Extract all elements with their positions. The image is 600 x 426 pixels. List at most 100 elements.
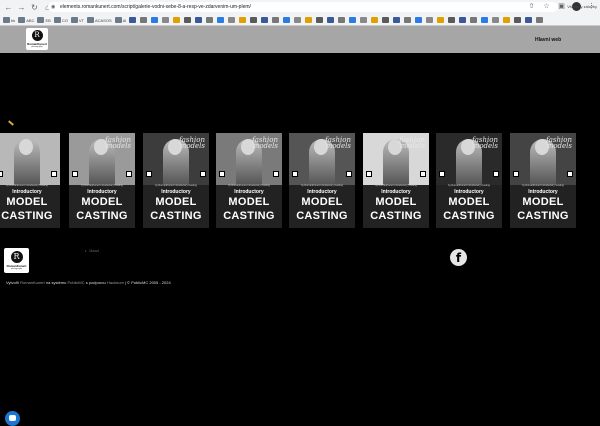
bookmark-favicon-icon <box>360 17 368 23</box>
bookmark-favicon-icon[interactable] <box>294 16 302 24</box>
bookmark-favicon-icon[interactable] <box>360 16 368 24</box>
bookmark-favicon-icon[interactable] <box>426 16 434 24</box>
bookmark-favicon-icon[interactable] <box>206 16 214 24</box>
logo-mark: R <box>31 30 43 41</box>
bookmark-favicon-icon[interactable] <box>393 16 401 24</box>
qr-code-icon <box>567 171 573 177</box>
bookmark-favicon-icon[interactable] <box>250 16 258 24</box>
card-caption: by RomanKunert Introductory Casting <box>155 184 197 187</box>
address-bar[interactable]: ◉ elements.romankunert.com/script/galeri… <box>48 2 558 12</box>
forward-arrow-icon[interactable]: → <box>17 3 26 12</box>
bookmark-favicon-icon <box>393 17 401 23</box>
bookmark-favicon-icon[interactable] <box>448 16 456 24</box>
chat-bubble-icon[interactable] <box>5 411 20 426</box>
footer-logo[interactable]: R RomanKunert photography <box>4 248 29 273</box>
bookmark-favicon-icon[interactable] <box>536 16 544 24</box>
card-intro: Introductory <box>87 189 117 195</box>
bookmark-item[interactable]: VT <box>70 16 84 24</box>
footer-logo-mark: R <box>10 251 23 263</box>
bookmark-label: VT <box>78 17 84 23</box>
bookmark-favicon-icon[interactable] <box>492 16 500 24</box>
address-row: ← → ↻ ⌂ ◉ elements.romankunert.com/scrip… <box>0 0 600 14</box>
bookmark-label: ABC <box>26 17 35 23</box>
nav-main-web-link[interactable]: Hlavní web <box>535 37 561 43</box>
gallery-photo: fashion models <box>289 133 355 185</box>
bookmark-favicon-icon[interactable] <box>217 16 225 24</box>
bookmark-item[interactable]: CO <box>53 16 68 24</box>
facebook-icon[interactable]: f <box>450 249 467 266</box>
bookmark-favicon-icon[interactable] <box>481 16 489 24</box>
bookmark-favicon-icon[interactable] <box>272 16 280 24</box>
bookmark-favicon-icon[interactable] <box>195 16 203 24</box>
bookmark-favicon-icon[interactable] <box>316 16 324 24</box>
bookmark-favicon-icon[interactable] <box>415 16 423 24</box>
bookmark-item[interactable]: ACASOS <box>86 16 112 24</box>
bookmark-favicon-icon[interactable] <box>371 16 379 24</box>
bookmark-favicon-icon[interactable] <box>470 16 478 24</box>
gallery-card[interactable]: fashion models by RomanKunert Introductor… <box>216 133 282 228</box>
bookmark-favicon-icon[interactable] <box>404 16 412 24</box>
bookmark-favicon-icon <box>327 17 335 23</box>
bookmark-favicon-icon[interactable] <box>305 16 313 24</box>
bookmark-favicon-icon[interactable] <box>129 16 137 24</box>
bookmark-favicon-icon[interactable] <box>327 16 335 24</box>
list-item[interactable]: Úvod <box>85 248 98 253</box>
bookmark-label: ACASOS <box>94 17 112 23</box>
site-logo[interactable]: R RomanKunert photography <box>26 28 48 50</box>
magazine-title: fashion models <box>252 136 278 150</box>
bookmark-favicon-icon[interactable] <box>525 16 533 24</box>
bookmark-item[interactable]: EB <box>37 16 51 24</box>
gallery-photo: fashion models <box>69 133 135 185</box>
footer-system-link[interactable]: PublicMC <box>67 280 84 285</box>
extensions-icon[interactable]: ▣ <box>557 2 566 11</box>
bookmark-favicon-icon[interactable] <box>437 16 445 24</box>
bookmark-favicon-icon[interactable] <box>349 16 357 24</box>
bookmark-favicon-icon[interactable] <box>173 16 181 24</box>
gallery-card[interactable]: fashion models by RomanKunert Introductor… <box>436 133 502 228</box>
star-icon[interactable]: ☆ <box>542 2 551 11</box>
bookmark-item[interactable]: ABC <box>18 16 34 24</box>
card-title-line1: MODEL <box>228 196 270 208</box>
gallery-card[interactable]: fashion models by RomanKunert Introductor… <box>289 133 355 228</box>
bookmark-favicon-icon[interactable] <box>162 16 170 24</box>
bookmark-favicon-icon[interactable] <box>228 16 236 24</box>
gallery-card[interactable]: fashion models by RomanKunert Introductor… <box>510 133 576 228</box>
bookmark-favicon-icon <box>404 17 412 23</box>
bookmark-label: bk <box>11 17 16 23</box>
bookmark-favicon-icon[interactable] <box>151 16 159 24</box>
card-title-line2: CASTING <box>517 210 569 222</box>
gallery-card[interactable]: fashion models by RomanKunert Introductor… <box>363 133 429 228</box>
bookmark-favicon-icon <box>338 17 346 23</box>
bookmark-favicon-icon <box>305 17 313 23</box>
back-arrow-icon[interactable]: ← <box>4 3 13 12</box>
bookmark-item[interactable]: bk <box>3 16 15 24</box>
magazine-title: fashion models <box>399 136 425 150</box>
reload-icon[interactable]: ↻ <box>30 3 39 12</box>
bookmark-item[interactable]: AI <box>114 16 126 24</box>
other-bookmarks[interactable]: Všechny záložky <box>567 2 597 10</box>
bookmark-favicon-icon[interactable] <box>459 16 467 24</box>
bookmark-favicon-icon[interactable] <box>261 16 269 24</box>
bookmark-favicon-icon <box>470 17 478 23</box>
share-icon[interactable]: ⇧ <box>527 2 536 11</box>
gallery-card[interactable]: fashion models by RomanKunert Introductor… <box>69 133 135 228</box>
bookmark-favicon-icon <box>316 17 324 23</box>
card-caption: by RomanKunert Introductory Casting <box>448 184 490 187</box>
bookmark-favicon-icon[interactable] <box>239 16 247 24</box>
card-title-line2: CASTING <box>296 210 348 222</box>
bookmark-favicon-icon[interactable] <box>140 16 148 24</box>
bookmark-favicon-icon[interactable] <box>184 16 192 24</box>
bookmark-favicon-icon[interactable] <box>514 16 522 24</box>
footer-author-link[interactable]: RomanKunert <box>20 280 45 285</box>
bookmark-favicon-icon[interactable] <box>382 16 390 24</box>
bookmark-favicon-icon[interactable] <box>503 16 511 24</box>
site-info-icon[interactable]: ◉ <box>51 2 55 12</box>
gallery-card[interactable]: fashion models by RomanKunert Introductor… <box>143 133 209 228</box>
footer-prefix: Vytvořil <box>6 280 19 285</box>
footer-support-link[interactable]: Hacknum <box>107 280 124 285</box>
bookmark-favicon-icon <box>70 17 78 23</box>
gallery-photo: fashion models <box>510 133 576 185</box>
bookmark-favicon-icon[interactable] <box>338 16 346 24</box>
bookmark-favicon-icon[interactable] <box>283 16 291 24</box>
gallery-card[interactable]: by RomanKunert Introductory Casting Intro… <box>0 133 60 228</box>
